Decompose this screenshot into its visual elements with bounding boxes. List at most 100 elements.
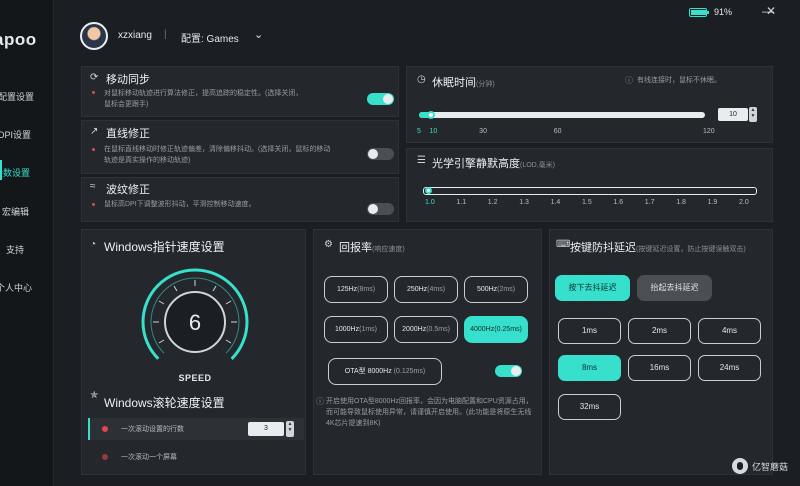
sleep-time-input[interactable]: 10 bbox=[718, 108, 748, 121]
pointer-speed-value: 6 bbox=[188, 310, 202, 335]
scroll-wheel-icon: ✯ bbox=[90, 390, 99, 401]
watermark-logo-icon bbox=[732, 458, 748, 474]
toggle-knob bbox=[368, 204, 378, 214]
motion-sync-toggle[interactable] bbox=[367, 93, 394, 105]
scroll-lines-stepper[interactable]: ▲ ▼ bbox=[286, 421, 294, 437]
debounce-subtitle: (按键延迟设置，防止按键误触双击) bbox=[636, 246, 746, 253]
straight-correction-title: 直线修正 bbox=[106, 128, 150, 140]
lod-tick-label: 1.2 bbox=[487, 199, 498, 206]
polling-hz: 125Hz bbox=[336, 286, 358, 293]
ota-8000-option[interactable]: OTA型 8000Hz (0.125ms) bbox=[328, 358, 442, 385]
polling-option-250[interactable]: 250Hz(4ms) bbox=[394, 276, 458, 303]
motion-sync-panel: ⟳ 移动同步 对鼠标移动轨迹进行算法修正，提高追踪的稳定性。(选择关闭，鼠标会更… bbox=[81, 66, 399, 117]
active-row-marker bbox=[88, 418, 90, 440]
battery-icon bbox=[689, 8, 709, 17]
polling-option-2000[interactable]: 2000Hz(0.5ms) bbox=[394, 316, 458, 343]
debounce-release-mode[interactable]: 抬起去抖延迟 bbox=[637, 275, 712, 301]
sleep-time-panel: ◷ 休眠时间(分钟) ⓘ 有线连接时，鼠标不休眠。 10 ▲ ▼ 5 10 30 60 1… bbox=[406, 66, 773, 143]
debounce-option-1ms[interactable]: 1ms bbox=[558, 318, 621, 344]
debounce-press-mode[interactable]: 按下去抖延迟 bbox=[555, 275, 630, 301]
chevron-down-icon[interactable]: ⌄ bbox=[254, 28, 263, 41]
scroll-lines-label: 一次滚动设置的行数 bbox=[121, 426, 184, 433]
pointer-speed-panel: ◔ Windows指针速度设置 6 SPEED ✯ Windows滚轮速度设置 bbox=[81, 229, 306, 475]
debounce-option-4ms[interactable]: 4ms bbox=[698, 318, 761, 344]
radio-dot[interactable] bbox=[102, 454, 108, 460]
header-separator: | bbox=[164, 29, 167, 40]
debounce-option-32ms[interactable]: 32ms bbox=[558, 394, 621, 420]
sleep-time-unit: (分钟) bbox=[476, 81, 495, 88]
polling-ms: (2ms) bbox=[497, 286, 516, 293]
app-window: apoo 配置设置 DPI设置 参数设置 宏编辑 支持 个人中心 xzxiang… bbox=[0, 0, 800, 486]
lod-tick-label: 1.9 bbox=[707, 199, 718, 206]
ripple-correction-toggle[interactable] bbox=[367, 203, 394, 215]
sync-icon: ⟳ bbox=[90, 72, 99, 83]
speed-label: SPEED bbox=[178, 373, 212, 383]
speedometer-icon: ◔ bbox=[90, 239, 97, 250]
polling-rate-panel: ⚙ 回报率(响应速度) 125Hz(8ms) 250Hz(4ms) 500Hz(… bbox=[313, 229, 542, 475]
radio-dot[interactable] bbox=[102, 426, 108, 432]
sidebar-item-params[interactable]: 参数设置 bbox=[0, 166, 30, 179]
bullet-dot bbox=[92, 203, 95, 206]
lod-slider-thumb[interactable] bbox=[425, 187, 432, 194]
motion-sync-title: 移动同步 bbox=[106, 74, 150, 86]
sleep-time-stepper[interactable]: ▲ ▼ bbox=[749, 107, 757, 122]
debounce-panel: ⌨ 按键防抖延迟(按键延迟设置，防止按键误触双击) 按下去抖延迟 抬起去抖延迟 … bbox=[549, 229, 773, 475]
polling-hz: 1000Hz bbox=[334, 326, 360, 333]
debounce-option-2ms[interactable]: 2ms bbox=[628, 318, 691, 344]
close-button[interactable]: ✕ bbox=[766, 4, 776, 18]
polling-ms: (8ms) bbox=[357, 286, 376, 293]
ota-ms: (0.125ms) bbox=[393, 368, 426, 375]
sidebar-item-macro[interactable]: 宏编辑 bbox=[2, 205, 29, 218]
debounce-option-8ms[interactable]: 8ms bbox=[558, 355, 621, 381]
straight-correction-toggle[interactable] bbox=[367, 148, 394, 160]
polling-ms: (0.5ms) bbox=[426, 326, 450, 333]
ota-hz: OTA型 8000Hz bbox=[344, 368, 392, 375]
debounce-option-16ms[interactable]: 16ms bbox=[628, 355, 691, 381]
motion-sync-desc: 对鼠标移动轨迹进行算法修正，提高追踪的稳定性。(选择关闭，鼠标会更跟手) bbox=[104, 90, 303, 108]
lod-tick-label: 1.7 bbox=[644, 199, 655, 206]
ripple-correction-title: 波纹修正 bbox=[106, 184, 150, 196]
polling-hz: 2000Hz bbox=[402, 326, 427, 333]
lod-title: 光学引擎静默高度(LOD,毫米) bbox=[432, 155, 555, 171]
config-selector-label[interactable]: 配置: Games bbox=[181, 30, 239, 45]
sidebar-item-config[interactable]: 配置设置 bbox=[0, 90, 34, 103]
debounce-option-24ms[interactable]: 24ms bbox=[698, 355, 761, 381]
sleep-time-note: 有线连接时，鼠标不休眠。 bbox=[637, 77, 721, 84]
polling-hz: 4000Hz bbox=[470, 326, 495, 333]
sleep-time-slider[interactable] bbox=[419, 111, 705, 119]
ota-warning-note: 开启使用OTA型8000Hz回报率，会因为电脑配置和CPU资源占用，而可能导致鼠… bbox=[326, 398, 533, 427]
polling-ms: (1ms) bbox=[359, 326, 378, 333]
keyboard-icon: ⌨ bbox=[556, 239, 571, 250]
sleep-tick-label: 5 bbox=[417, 128, 421, 135]
polling-option-1000[interactable]: 1000Hz(1ms) bbox=[324, 316, 388, 343]
lod-slider[interactable] bbox=[423, 187, 757, 195]
toggle-knob bbox=[383, 94, 393, 104]
polling-ms: (4ms) bbox=[427, 286, 446, 293]
scroll-lines-row[interactable]: 一次滚动设置的行数 3 ▲ ▼ bbox=[88, 418, 304, 440]
sidebar-item-profile[interactable]: 个人中心 bbox=[0, 281, 32, 294]
polling-hz: 500Hz bbox=[476, 286, 498, 293]
lod-panel: ☰ 光学引擎静默高度(LOD,毫米) 1.0 1.1 1.2 1.3 1.4 1.5 1.6… bbox=[406, 148, 773, 222]
lod-tick-label: 1.1 bbox=[456, 199, 467, 206]
sidebar-item-dpi[interactable]: DPI设置 bbox=[0, 128, 31, 141]
lod-tick-label: 1.0 bbox=[425, 199, 435, 206]
avatar[interactable] bbox=[80, 22, 108, 50]
sleep-slider-thumb[interactable] bbox=[427, 111, 436, 119]
polling-title-text: 回报率 bbox=[339, 242, 372, 254]
scroll-screen-row[interactable]: 一次滚动一个屏幕 bbox=[88, 446, 304, 468]
scroll-lines-input[interactable]: 3 bbox=[248, 422, 284, 436]
polling-ms: (0.25ms) bbox=[494, 326, 522, 333]
polling-option-500[interactable]: 500Hz(2ms) bbox=[464, 276, 528, 303]
equalizer-icon: ☰ bbox=[417, 155, 426, 166]
battery-percentage: 91% bbox=[714, 7, 733, 17]
polling-option-4000[interactable]: 4000Hz(0.25ms) bbox=[464, 316, 528, 343]
sidebar: apoo 配置设置 DPI设置 参数设置 宏编辑 支持 个人中心 bbox=[0, 0, 54, 486]
ripple-icon: ≈ bbox=[90, 181, 96, 192]
sleep-tick-label: 120 bbox=[703, 128, 715, 135]
ota-8000-toggle[interactable] bbox=[495, 365, 522, 377]
polling-option-125[interactable]: 125Hz(8ms) bbox=[324, 276, 388, 303]
lod-tick-label: 1.3 bbox=[519, 199, 529, 206]
info-icon: ⓘ bbox=[316, 397, 324, 406]
clock-icon: ◷ bbox=[417, 74, 426, 85]
sidebar-item-support[interactable]: 支持 bbox=[6, 243, 24, 256]
